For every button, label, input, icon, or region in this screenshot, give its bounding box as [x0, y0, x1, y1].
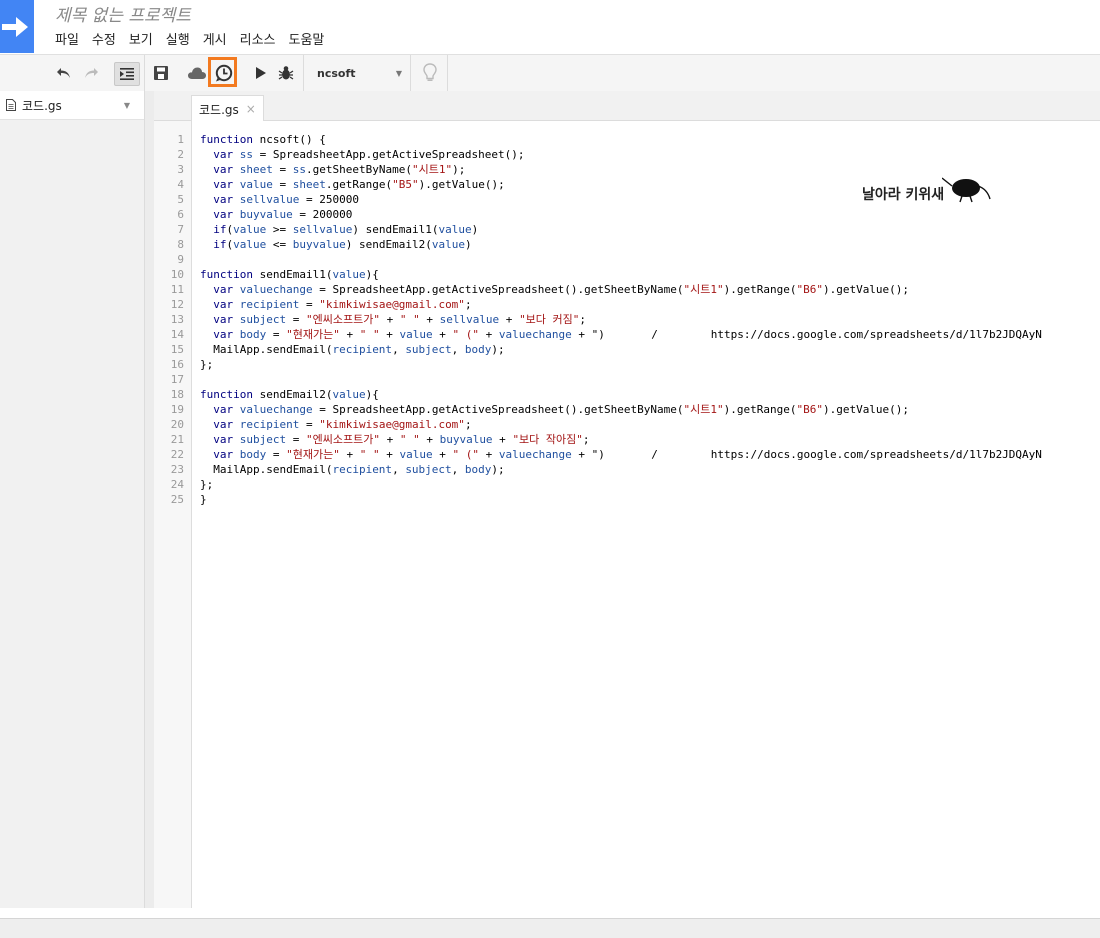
editor-bottom-edge [0, 908, 1100, 918]
line-number: 1 [177, 133, 184, 146]
run-icon[interactable] [251, 55, 271, 91]
function-select-value: ncsoft [317, 66, 356, 80]
menu-publish[interactable]: 게시 [203, 29, 234, 48]
document-icon [6, 99, 16, 111]
code-line[interactable] [200, 372, 1042, 387]
line-number: 19 [170, 403, 184, 416]
tab-code-gs[interactable]: 코드.gs × [191, 95, 264, 122]
line-number: 23 [170, 463, 184, 476]
code-line[interactable] [200, 252, 1042, 267]
debug-icon[interactable] [276, 55, 296, 91]
close-icon[interactable]: × [246, 102, 256, 116]
line-number: 15 [170, 343, 184, 356]
file-name: 코드.gs [22, 98, 62, 113]
line-number: 10 [170, 268, 184, 281]
line-number: 16 [170, 358, 184, 371]
line-number: 7 [177, 223, 184, 236]
menu-resources[interactable]: 리소스 [240, 29, 283, 48]
line-number: 9 [177, 253, 184, 266]
line-number: 21 [170, 433, 184, 446]
menu-help[interactable]: 도움말 [289, 29, 332, 48]
code-line[interactable]: function sendEmail2(value){ [200, 387, 1042, 402]
lightbulb-icon[interactable] [420, 55, 440, 91]
code-line[interactable]: var subject = "엔씨소프트가" + " " + buyvalue … [200, 432, 1042, 447]
code-line[interactable]: var buyvalue = 200000 [200, 207, 1042, 222]
code-line[interactable]: var recipient = "kimkiwisae@gmail.com"; [200, 417, 1042, 432]
line-number: 22 [170, 448, 184, 461]
toolbar: ncsoft ▼ [0, 54, 1100, 92]
line-number: 4 [177, 178, 184, 191]
file-item[interactable]: 코드.gs ▼ [0, 91, 144, 120]
line-number: 8 [177, 238, 184, 251]
menu-view[interactable]: 보기 [129, 29, 160, 48]
function-select[interactable]: ncsoft ▼ [313, 55, 408, 91]
code-line[interactable]: if(value <= buyvalue) sendEmail2(value) [200, 237, 1042, 252]
line-number: 12 [170, 298, 184, 311]
code-line[interactable]: var body = "현재가는" + " " + value + " (" +… [200, 447, 1042, 462]
code-line[interactable]: }; [200, 357, 1042, 372]
line-number: 3 [177, 163, 184, 176]
trigger-button-highlight [208, 57, 237, 87]
line-number: 11 [170, 283, 184, 296]
line-number: 2 [177, 148, 184, 161]
cloud-publish-icon[interactable] [186, 55, 208, 91]
line-number: 13 [170, 313, 184, 326]
editor-tabs: 코드.gs × [154, 91, 1100, 122]
redo-icon[interactable] [81, 55, 101, 91]
menu-edit[interactable]: 수정 [92, 29, 123, 48]
menu-file[interactable]: 파일 [55, 29, 86, 48]
code-line[interactable]: var valuechange = SpreadsheetApp.getActi… [200, 282, 1042, 297]
menu-run[interactable]: 실행 [166, 29, 197, 48]
save-icon[interactable] [151, 55, 171, 91]
line-number: 5 [177, 193, 184, 206]
apps-script-logo[interactable] [0, 0, 34, 53]
code-line[interactable]: var subject = "엔씨소프트가" + " " + sellvalue… [200, 312, 1042, 327]
watermark: 날아라 키위새 [862, 172, 994, 208]
file-menu-dropdown-icon[interactable]: ▼ [124, 101, 130, 110]
indent-icon[interactable] [114, 62, 140, 86]
file-sidebar: 코드.gs ▼ [0, 91, 145, 908]
line-number: 24 [170, 478, 184, 491]
line-numbers: 1 2 3 4 5 6 7 8 9 10 11 12 13 14 15 16 17 18 19 20 21 22 23 24 2… [154, 132, 184, 507]
code-line[interactable]: if(value >= sellvalue) sendEmail1(value) [200, 222, 1042, 237]
code-line[interactable]: var valuechange = SpreadsheetApp.getActi… [200, 402, 1042, 417]
code-line[interactable]: MailApp.sendEmail(recipient, subject, bo… [200, 462, 1042, 477]
code-line[interactable]: function sendEmail1(value){ [200, 267, 1042, 282]
project-title[interactable]: 제목 없는 프로젝트 [55, 1, 191, 26]
line-number: 25 [170, 493, 184, 506]
arrow-right-icon [2, 17, 28, 37]
kiwi-bird-icon [942, 177, 991, 203]
tab-label: 코드.gs [199, 102, 239, 117]
code-line[interactable]: var recipient = "kimkiwisae@gmail.com"; [200, 297, 1042, 312]
code-line[interactable]: function ncsoft() { [200, 132, 1042, 147]
line-number: 20 [170, 418, 184, 431]
code-line[interactable]: } [200, 492, 1042, 507]
code-line[interactable]: }; [200, 477, 1042, 492]
line-number: 14 [170, 328, 184, 341]
menu-bar: 파일 수정 보기 실행 게시 리소스 도움말 [55, 29, 337, 48]
code-line[interactable]: var ss = SpreadsheetApp.getActiveSpreads… [200, 147, 1042, 162]
code-line[interactable]: MailApp.sendEmail(recipient, subject, bo… [200, 342, 1042, 357]
status-bar [0, 918, 1100, 938]
undo-icon[interactable] [54, 55, 74, 91]
line-number: 6 [177, 208, 184, 221]
code-line[interactable]: var body = "현재가는" + " " + value + " (" +… [200, 327, 1042, 342]
line-number: 18 [170, 388, 184, 401]
watermark-text: 날아라 키위새 [862, 187, 945, 203]
line-number: 17 [170, 373, 184, 386]
chevron-down-icon: ▼ [395, 68, 402, 78]
